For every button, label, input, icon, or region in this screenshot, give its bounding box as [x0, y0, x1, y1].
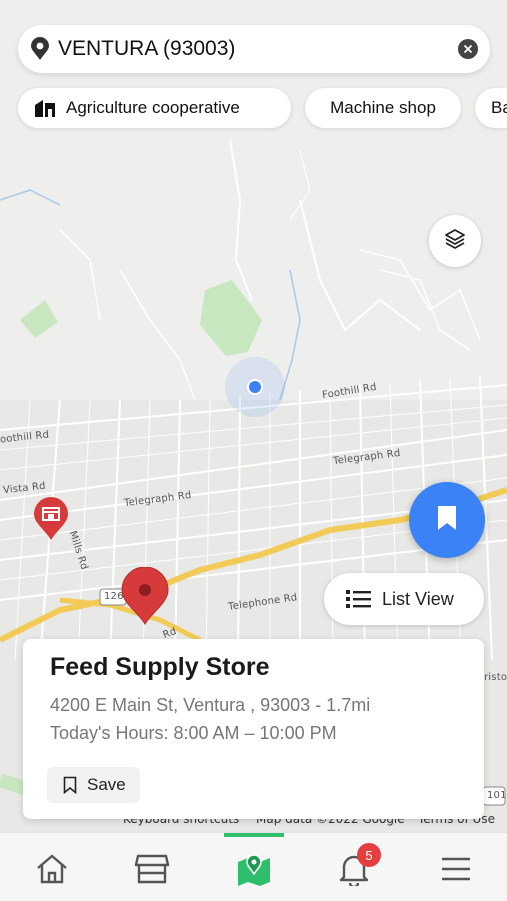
chip-label: Agriculture cooperative [66, 98, 240, 117]
notification-count-badge: 5 [357, 843, 381, 867]
list-view-label: List View [382, 588, 454, 609]
save-button[interactable]: Save [47, 767, 140, 803]
save-label: Save [87, 775, 126, 794]
list-icon [346, 589, 372, 609]
selected-location-marker-icon[interactable] [120, 567, 170, 625]
nav-store-icon[interactable] [132, 849, 172, 889]
store-marker-icon[interactable] [32, 497, 70, 541]
chip-machine-shop[interactable]: Machine shop [305, 88, 461, 128]
chip-label: Ba [491, 98, 507, 117]
bottom-navigation: 5 [0, 832, 507, 901]
saved-places-button[interactable] [409, 482, 485, 558]
chip-partial[interactable]: Ba [475, 88, 507, 128]
chip-agriculture-cooperative[interactable]: Agriculture cooperative [18, 88, 291, 128]
nav-map-icon[interactable] [234, 849, 274, 889]
place-hours: Today's Hours: 8:00 AM – 10:00 PM [50, 723, 337, 743]
search-value[interactable]: VENTURA (93003) [58, 37, 458, 61]
bookmark-icon [436, 504, 458, 537]
bookmark-outline-icon [63, 776, 77, 795]
map-layers-button[interactable] [429, 215, 481, 267]
route-shield-label: 101 [487, 790, 507, 801]
chip-label: Machine shop [330, 98, 436, 117]
location-search-bar[interactable]: VENTURA (93003) [18, 25, 490, 73]
place-name: Feed Supply Store [50, 653, 270, 681]
location-pin-icon [30, 37, 50, 61]
list-view-button[interactable]: List View [324, 573, 484, 625]
active-tab-indicator [224, 833, 284, 837]
nav-home-icon[interactable] [32, 849, 72, 889]
clear-search-icon[interactable] [458, 39, 478, 59]
nav-menu-icon[interactable] [436, 849, 476, 889]
layers-icon [444, 228, 466, 255]
agriculture-icon [32, 97, 58, 119]
place-address: 4200 E Main St, Ventura , 93003 - 1.7mi [50, 695, 371, 715]
place-card[interactable]: Feed Supply Store 4200 E Main St, Ventur… [23, 639, 484, 819]
road-label: risto [484, 672, 507, 683]
